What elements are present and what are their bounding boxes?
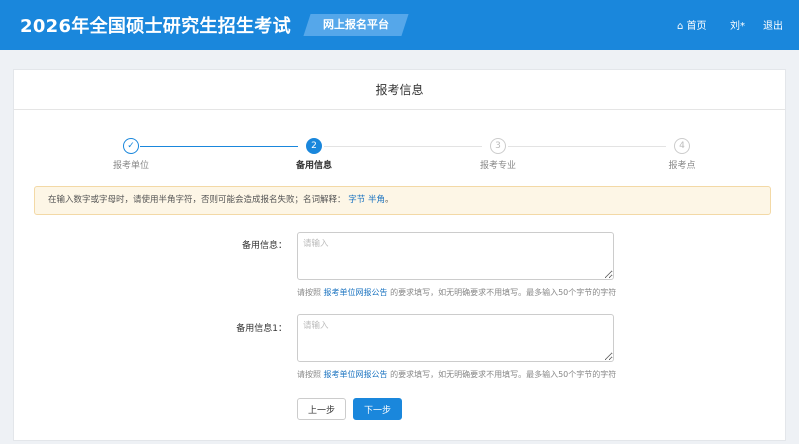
field-label: 备用信息1： bbox=[236, 324, 287, 334]
step-label: 报考点 bbox=[668, 161, 696, 171]
nav-logout[interactable]: 退出 bbox=[763, 17, 783, 32]
prev-step-button[interactable]: 上一步 bbox=[297, 398, 346, 420]
platform-badge: 网上报名平台 bbox=[303, 14, 409, 36]
alert-end: 。 bbox=[384, 195, 394, 205]
step-4: 4 报考点 bbox=[622, 138, 742, 171]
link-byte[interactable]: 字节 bbox=[348, 195, 365, 205]
hint-text: 请按照 bbox=[297, 288, 324, 297]
apply-info-card: 报考信息 ✓ 报考单位 2 备用信息 3 报考专业 4 报考点 在输入数字或字母时，请使… bbox=[13, 69, 786, 441]
step-number: 4 bbox=[674, 138, 690, 154]
backup-info-input[interactable] bbox=[297, 232, 614, 280]
step-2: 2 备用信息 bbox=[254, 138, 374, 171]
alert-text: 在输入数字或字母时，请使用半角字符，否则可能会造成报名失败；名词解释： bbox=[48, 195, 346, 205]
site-title: 2026年全国硕士研究生招生考试 bbox=[20, 16, 291, 37]
step-number: 2 bbox=[306, 138, 322, 154]
next-step-button[interactable]: 下一步 bbox=[353, 398, 402, 420]
field-hint: 请按照 报考单位网报公告 的要求填写，如无明确要求不用填写。最多输入50个字节的… bbox=[297, 369, 616, 380]
step-label: 报考单位 bbox=[112, 161, 149, 171]
step-label: 报考专业 bbox=[479, 161, 516, 171]
hint-text: 的要求填写，如无明确要求不用填写。最多输入50个字节的字符 bbox=[387, 288, 617, 297]
nav-home[interactable]: ⌂ 首页 bbox=[677, 17, 707, 32]
hint-text: 请按照 bbox=[297, 370, 324, 379]
nav-home-label: 首页 bbox=[686, 21, 707, 32]
field-hint: 请按照 报考单位网报公告 的要求填写，如无明确要求不用填写。最多输入50个字节的… bbox=[297, 287, 616, 298]
announcement-link[interactable]: 报考单位网报公告 bbox=[324, 370, 388, 379]
step-label: 备用信息 bbox=[295, 161, 332, 171]
backup-info-1-input[interactable] bbox=[297, 314, 614, 362]
hint-text: 的要求填写，如无明确要求不用填写。最多输入50个字节的字符 bbox=[387, 370, 617, 379]
step-number: 3 bbox=[490, 138, 506, 154]
home-icon: ⌂ bbox=[677, 21, 684, 32]
top-header: 2026年全国硕士研究生招生考试 网上报名平台 ⌂ 首页 刘* 退出 bbox=[0, 0, 799, 50]
platform-badge-label: 网上报名平台 bbox=[323, 18, 389, 31]
check-icon: ✓ bbox=[123, 138, 139, 154]
nav-user[interactable]: 刘* bbox=[730, 17, 745, 32]
link-half-width[interactable]: 半角 bbox=[368, 195, 385, 205]
field-label: 备用信息： bbox=[241, 241, 287, 251]
step-3: 3 报考专业 bbox=[438, 138, 558, 171]
warning-alert: 在输入数字或字母时，请使用半角字符，否则可能会造成报名失败；名词解释： 字节 半… bbox=[34, 186, 771, 215]
announcement-link[interactable]: 报考单位网报公告 bbox=[324, 288, 388, 297]
step-1: ✓ 报考单位 bbox=[71, 138, 191, 171]
card-title: 报考信息 bbox=[14, 70, 785, 110]
